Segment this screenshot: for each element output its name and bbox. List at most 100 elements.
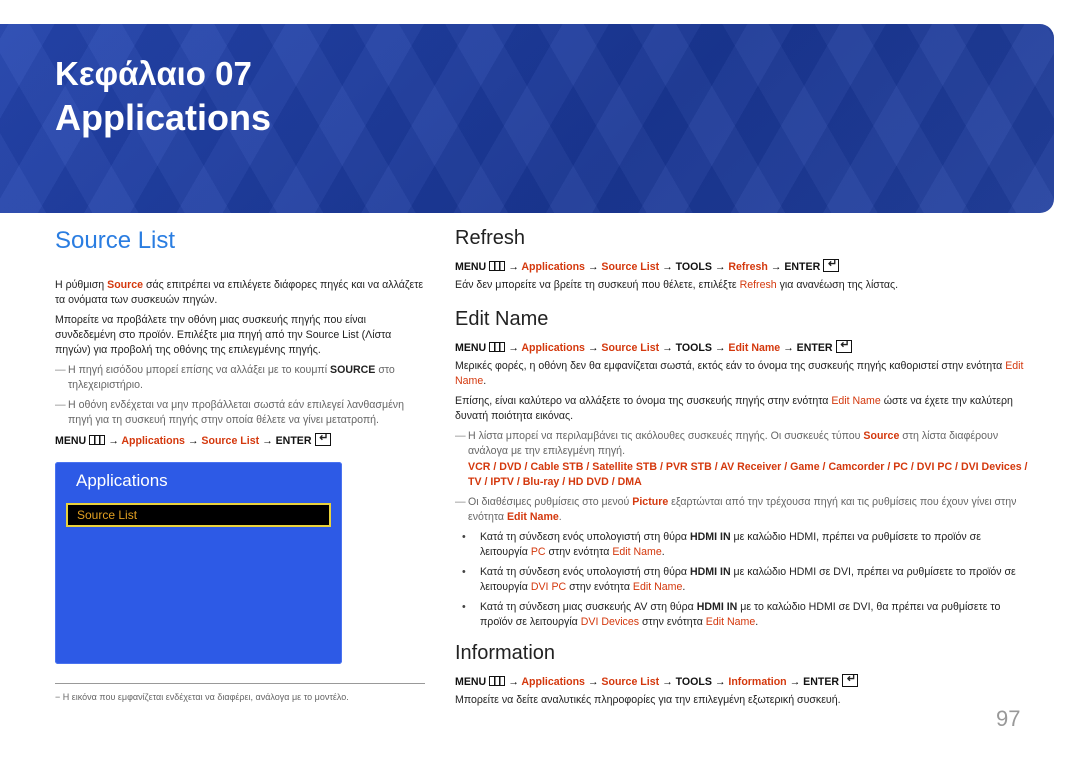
- chapter-banner: Κεφάλαιο 07 Applications: [0, 24, 1054, 213]
- text-segment: Κατά τη σύνδεση ενός υπολογιστή στη θύρα: [480, 531, 690, 543]
- panel-title: Applications: [76, 471, 168, 490]
- highlighted-term: Camcorder: [828, 461, 885, 473]
- text-segment: Η πηγή εισόδου μπορεί επίσης να αλλάξει …: [68, 364, 331, 376]
- highlighted-term: DVI Devices: [960, 461, 1022, 473]
- highlighted-term: Applications: [121, 435, 185, 447]
- intro-paragraph: Η ρύθμιση Source σάς επιτρέπει να επιλέγ…: [55, 278, 425, 308]
- menu-icon: [489, 676, 506, 686]
- highlighted-term: Refresh: [739, 279, 777, 291]
- menu-icon: [89, 435, 106, 445]
- highlighted-term: TV: [468, 476, 482, 488]
- note-dash-icon: —: [455, 430, 466, 442]
- highlighted-term: Source: [107, 279, 144, 291]
- bullet-item: Κατά τη σύνδεση ενός υπολογιστή στη θύρα…: [455, 565, 1030, 595]
- text-segment: .: [483, 375, 487, 387]
- highlighted-term: Edit Name: [728, 342, 781, 354]
- note-text: Η λίστα μπορεί να περιλαμβάνει τις ακόλο…: [468, 430, 998, 457]
- highlighted-term: Source List: [601, 342, 660, 354]
- highlighted-term: Picture: [632, 496, 669, 508]
- highlighted-term: Source List: [601, 676, 660, 688]
- applications-menu-screen: Applications Source List: [55, 462, 342, 664]
- menu-path: MENU → Applications → Source List → TOOLS…: [455, 338, 1030, 356]
- text-segment: /: [513, 476, 523, 488]
- footnote: − Η εικόνα που εμφανίζεται ενδέχεται να …: [55, 692, 349, 702]
- text-segment: /: [559, 476, 569, 488]
- text-segment: /: [608, 476, 618, 488]
- menu-path: MENU → Applications → Source List → TOOLS…: [455, 257, 1030, 275]
- highlighted-term: DVI PC: [530, 581, 567, 593]
- text-segment: /: [583, 461, 593, 473]
- highlighted-term: Source List: [201, 435, 260, 447]
- chapter-title: Applications: [55, 97, 272, 138]
- highlighted-term: PC: [530, 546, 546, 558]
- highlighted-term: Edit Name: [831, 395, 881, 407]
- bullet-item: Κατά τη σύνδεση ενός υπολογιστή στη θύρα…: [455, 530, 1030, 560]
- highlighted-term: AV Receiver: [720, 461, 782, 473]
- text-segment: → TOOLS →: [659, 342, 729, 354]
- edit-name-section: MENU → Applications → Source List → TOOLS…: [455, 338, 1030, 635]
- highlighted-term: Source List: [601, 261, 660, 273]
- highlighted-term: Applications: [521, 676, 585, 688]
- text-segment: →: [508, 342, 522, 354]
- highlighted-term: DVI PC: [916, 461, 953, 473]
- text-segment: .: [558, 511, 562, 523]
- text-segment: Κατά τη σύνδεση μιας συσκευής AV στη θύρ…: [480, 601, 697, 613]
- text-segment: /: [781, 461, 791, 473]
- text-segment: HDMI IN: [696, 601, 738, 613]
- highlighted-term: DVI Devices: [580, 616, 640, 628]
- text-segment: → TOOLS →: [659, 676, 729, 688]
- note-dash-icon: —: [55, 399, 66, 411]
- note-dash-icon: —: [455, 496, 466, 508]
- refresh-text: Εάν δεν μπορείτε να βρείτε τη συσκευή πο…: [455, 278, 1030, 293]
- text-segment: → ENTER: [786, 676, 840, 688]
- section-heading-edit-name: Edit Name: [455, 308, 549, 330]
- highlighted-term: DMA: [617, 476, 642, 488]
- highlighted-term: Refresh: [728, 261, 768, 273]
- note: — Οι διαθέσιμες ρυθμίσεις στο μενού Pictu…: [455, 495, 1030, 525]
- text-segment: .: [755, 616, 759, 628]
- note-dash-icon: —: [55, 364, 66, 376]
- highlighted-term: Source: [863, 430, 900, 442]
- highlighted-term: Applications: [521, 261, 585, 273]
- highlighted-term: Edit Name: [506, 511, 559, 523]
- text-segment: SOURCE: [330, 364, 376, 376]
- text-segment: HDMI IN: [689, 531, 731, 543]
- text-segment: →: [108, 435, 122, 447]
- highlighted-term: PC: [893, 461, 908, 473]
- enter-icon: [314, 431, 331, 446]
- text-segment: → TOOLS →: [659, 261, 729, 273]
- note-text: Η οθόνη ενδέχεται να μην προβάλλεται σωσ…: [68, 399, 404, 426]
- bullet-item: Κατά τη σύνδεση μιας συσκευής AV στη θύρ…: [455, 600, 1030, 630]
- text-segment: Μπορείτε να δείτε αναλυτικές πληροφορίες…: [455, 694, 841, 706]
- text-segment: /: [657, 461, 666, 473]
- highlighted-term: Edit Name: [705, 616, 756, 628]
- highlighted-term: Cable STB: [530, 461, 584, 473]
- note-text: Οι διαθέσιμες ρυθμίσεις στο μενού Pictur…: [468, 496, 1016, 523]
- text-segment: →: [508, 676, 522, 688]
- information-text: Μπορείτε να δείτε αναλυτικές πληροφορίες…: [455, 693, 1030, 708]
- text-segment: →: [584, 261, 602, 273]
- text-segment: /: [884, 461, 894, 473]
- text-segment: Η λίστα μπορεί να περιλαμβάνει τις ακόλο…: [468, 430, 864, 442]
- device-list: VCR / DVD / Cable STB / Satellite STB / …: [455, 460, 1030, 490]
- text-segment: HDMI IN: [689, 566, 731, 578]
- text-segment: /: [490, 461, 500, 473]
- highlighted-term: IPTV: [490, 476, 514, 488]
- text-segment: →: [184, 435, 202, 447]
- menu-path: MENU → Applications → Source List → TOOLS…: [455, 672, 1030, 690]
- highlighted-term: Edit Name: [612, 546, 662, 558]
- highlighted-term: Satellite STB: [592, 461, 658, 473]
- menu-icon: [489, 342, 506, 352]
- menu-item-source-list[interactable]: Source List: [66, 503, 331, 527]
- paragraph: Μερικές φορές, η οθόνη δεν θα εμφανίζετα…: [455, 359, 1030, 389]
- text-segment: Κατά τη σύνδεση ενός υπολογιστή στη θύρα: [480, 566, 690, 578]
- text-segment: στην ενότητα: [566, 581, 633, 593]
- menu-path: MENU → Applications → Source List → ENTER: [55, 431, 425, 449]
- footnote-divider: [55, 683, 425, 684]
- text-segment: Η ρύθμιση: [55, 279, 108, 291]
- note: — Η λίστα μπορεί να περιλαμβάνει τις ακόλ…: [455, 429, 1030, 459]
- paragraph: Επίσης, είναι καλύτερο να αλλάξετε το όν…: [455, 394, 1030, 424]
- enter-icon: [842, 672, 859, 687]
- text-segment: → ENTER: [767, 261, 821, 273]
- highlighted-term: Blu-ray: [522, 476, 560, 488]
